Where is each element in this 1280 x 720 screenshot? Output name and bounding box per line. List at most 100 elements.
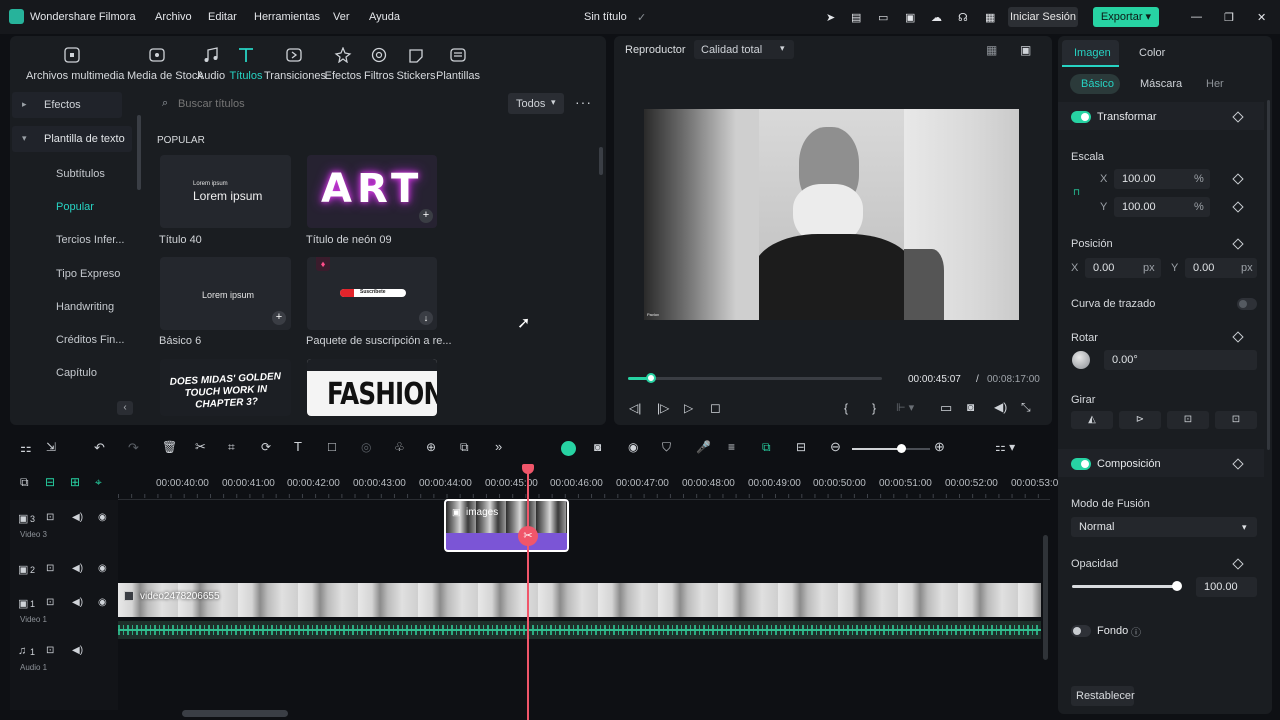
replace-icon[interactable]: ⧉: [762, 440, 771, 455]
playback-progress-bar[interactable]: [628, 373, 882, 383]
title-card-40[interactable]: Lorem ipsum Lorem ipsum: [160, 155, 291, 228]
tab-plantillas[interactable]: Plantillas: [428, 47, 488, 82]
snapshot-icon[interactable]: ◙: [967, 400, 974, 414]
mute-icon[interactable]: ◀): [72, 597, 83, 608]
minimize-icon[interactable]: —: [1191, 11, 1202, 23]
sidebar-effects[interactable]: ▸ Efectos: [12, 92, 122, 118]
cloud-icon[interactable]: ☁: [931, 11, 942, 24]
tab-archivos-multimedia[interactable]: Archivos multimedia: [26, 47, 124, 82]
sidebar-scrollbar[interactable]: [137, 115, 141, 190]
pos-x-field[interactable]: 0.00 px: [1085, 258, 1161, 278]
headset-icon[interactable]: ☊: [958, 11, 968, 24]
image-clip[interactable]: ▣ images: [444, 499, 569, 552]
volume-icon[interactable]: ◀): [994, 400, 1007, 414]
fullscreen-icon[interactable]: ⤡: [1021, 400, 1031, 415]
sidebar-text-template[interactable]: ▾ Plantilla de texto: [12, 126, 132, 152]
sidebar-item-tipo-expreso[interactable]: Tipo Expreso: [56, 268, 120, 280]
sidebar-item-handwriting[interactable]: Handwriting: [56, 301, 114, 313]
menu-ayuda[interactable]: Ayuda: [369, 11, 400, 23]
search-bar[interactable]: ⌕ Todos ▾ ···: [148, 92, 598, 116]
clipboard-icon[interactable]: ▤: [851, 11, 861, 24]
title-card-basico-6[interactable]: Lorem ipsum +: [160, 257, 291, 330]
flip-horizontal-button[interactable]: ◭: [1071, 411, 1113, 429]
scale-x-field[interactable]: 100.00%: [1114, 169, 1210, 189]
rotate-field[interactable]: 0.00°: [1104, 350, 1257, 370]
library-scrollbar[interactable]: [599, 147, 603, 175]
insert-icon[interactable]: ⊩ ▾: [896, 401, 914, 414]
eye-icon[interactable]: ◉: [98, 512, 107, 523]
track-options-icon[interactable]: ⚏ ▾: [995, 440, 1015, 454]
title-card-neon[interactable]: ART +: [307, 155, 437, 228]
save-icon[interactable]: ▣: [905, 11, 915, 24]
delete-icon[interactable]: 🗑: [162, 440, 177, 454]
add-icon[interactable]: +: [272, 311, 286, 325]
sidebar-item-popular[interactable]: Popular: [56, 201, 94, 213]
keyframe-tool-icon[interactable]: ⊕: [426, 440, 436, 454]
title-card-suscripcion[interactable]: ♦ Suscríbete ↓: [307, 257, 437, 330]
eye-icon[interactable]: ◉: [98, 563, 107, 574]
record-frame-icon[interactable]: □: [328, 439, 336, 454]
search-input[interactable]: [178, 94, 478, 114]
login-button[interactable]: Iniciar Sesión: [1008, 7, 1078, 27]
grid-view-icon[interactable]: ▦: [986, 43, 997, 57]
shield-icon[interactable]: ⛉: [662, 440, 671, 455]
zoom-slider-handle[interactable]: [897, 444, 906, 453]
rotate-left-button[interactable]: ⊡: [1167, 411, 1209, 429]
lock-icon[interactable]: ⊡: [46, 645, 54, 656]
title-card-fashion[interactable]: FASHION: [307, 359, 437, 416]
pos-y-field[interactable]: 0.00 px: [1185, 258, 1257, 278]
background-toggle[interactable]: [1071, 625, 1091, 637]
lock-icon[interactable]: ⊓: [1073, 187, 1080, 198]
lock-icon[interactable]: ⊡: [46, 597, 54, 608]
grid-icon[interactable]: ▦: [985, 11, 995, 24]
restore-icon[interactable]: ❐: [1224, 11, 1234, 24]
play-reverse-icon[interactable]: |▷: [657, 401, 669, 415]
layout-icon[interactable]: ⚏: [20, 440, 32, 456]
zoom-out-icon[interactable]: ⊖: [830, 439, 841, 455]
playhead[interactable]: [527, 466, 529, 720]
crop-icon[interactable]: ⌗: [228, 440, 235, 455]
flip-vertical-button[interactable]: ⊳: [1119, 411, 1161, 429]
display-icon[interactable]: ▭: [878, 11, 888, 24]
preview-canvas[interactable]: Pavlov: [644, 109, 1019, 320]
link-icon[interactable]: ⊟: [45, 475, 55, 489]
color-icon[interactable]: ♧: [394, 440, 405, 454]
sidebar-collapse-button[interactable]: ‹: [117, 401, 133, 415]
path-curve-toggle[interactable]: [1237, 298, 1257, 310]
composition-toggle[interactable]: [1071, 458, 1091, 470]
tab-color[interactable]: Color: [1139, 47, 1165, 59]
sidebar-item-tercios[interactable]: Tercios Infer...: [56, 234, 124, 246]
video-clip[interactable]: video2478206655: [118, 583, 1041, 617]
prev-frame-icon[interactable]: ◁|: [629, 401, 641, 415]
image-icon[interactable]: ▣: [1020, 43, 1031, 57]
subtab-mascara[interactable]: Máscara: [1140, 78, 1182, 90]
stop-icon[interactable]: ◻: [710, 400, 721, 416]
play-icon[interactable]: ▷: [684, 401, 693, 415]
title-card-midas[interactable]: DOES MIDAS' GOLDEN TOUCH WORK IN CHAPTER…: [160, 359, 291, 416]
zoom-in-icon[interactable]: ⊕: [934, 439, 945, 455]
mark-out-icon[interactable]: }: [872, 401, 876, 415]
close-icon[interactable]: ✕: [1257, 11, 1266, 24]
microphone-icon[interactable]: 🎤: [696, 440, 711, 454]
sidebar-item-creditos[interactable]: Créditos Fin...: [56, 334, 124, 346]
scale-y-field[interactable]: 100.00%: [1114, 197, 1210, 217]
transform-toggle[interactable]: [1071, 111, 1091, 123]
tab-imagen[interactable]: Imagen: [1062, 40, 1119, 67]
speed-icon[interactable]: ⟳: [261, 440, 271, 454]
tab-media-de-stock[interactable]: Media de Stock: [127, 47, 203, 82]
playback-handle[interactable]: [645, 373, 656, 383]
zoom-slider[interactable]: [852, 444, 930, 453]
rotate-dial[interactable]: [1072, 351, 1090, 369]
menu-archivo[interactable]: Archivo: [155, 11, 192, 23]
timeline-horizontal-scrollbar[interactable]: [182, 710, 288, 717]
select-tool-icon[interactable]: ⇲: [46, 440, 56, 454]
mute-icon[interactable]: ◀): [72, 645, 83, 656]
download-icon[interactable]: ↓: [419, 311, 433, 325]
mute-icon[interactable]: ◀): [72, 563, 83, 574]
monitor-icon[interactable]: ▭: [940, 400, 952, 416]
timeline-vertical-scrollbar[interactable]: [1043, 535, 1048, 660]
color-match-icon[interactable]: ◎: [361, 440, 371, 454]
motion-icon[interactable]: ◉: [628, 440, 638, 454]
subtab-herramientas[interactable]: Her: [1206, 78, 1224, 90]
filter-dropdown[interactable]: Todos ▾: [508, 93, 564, 114]
